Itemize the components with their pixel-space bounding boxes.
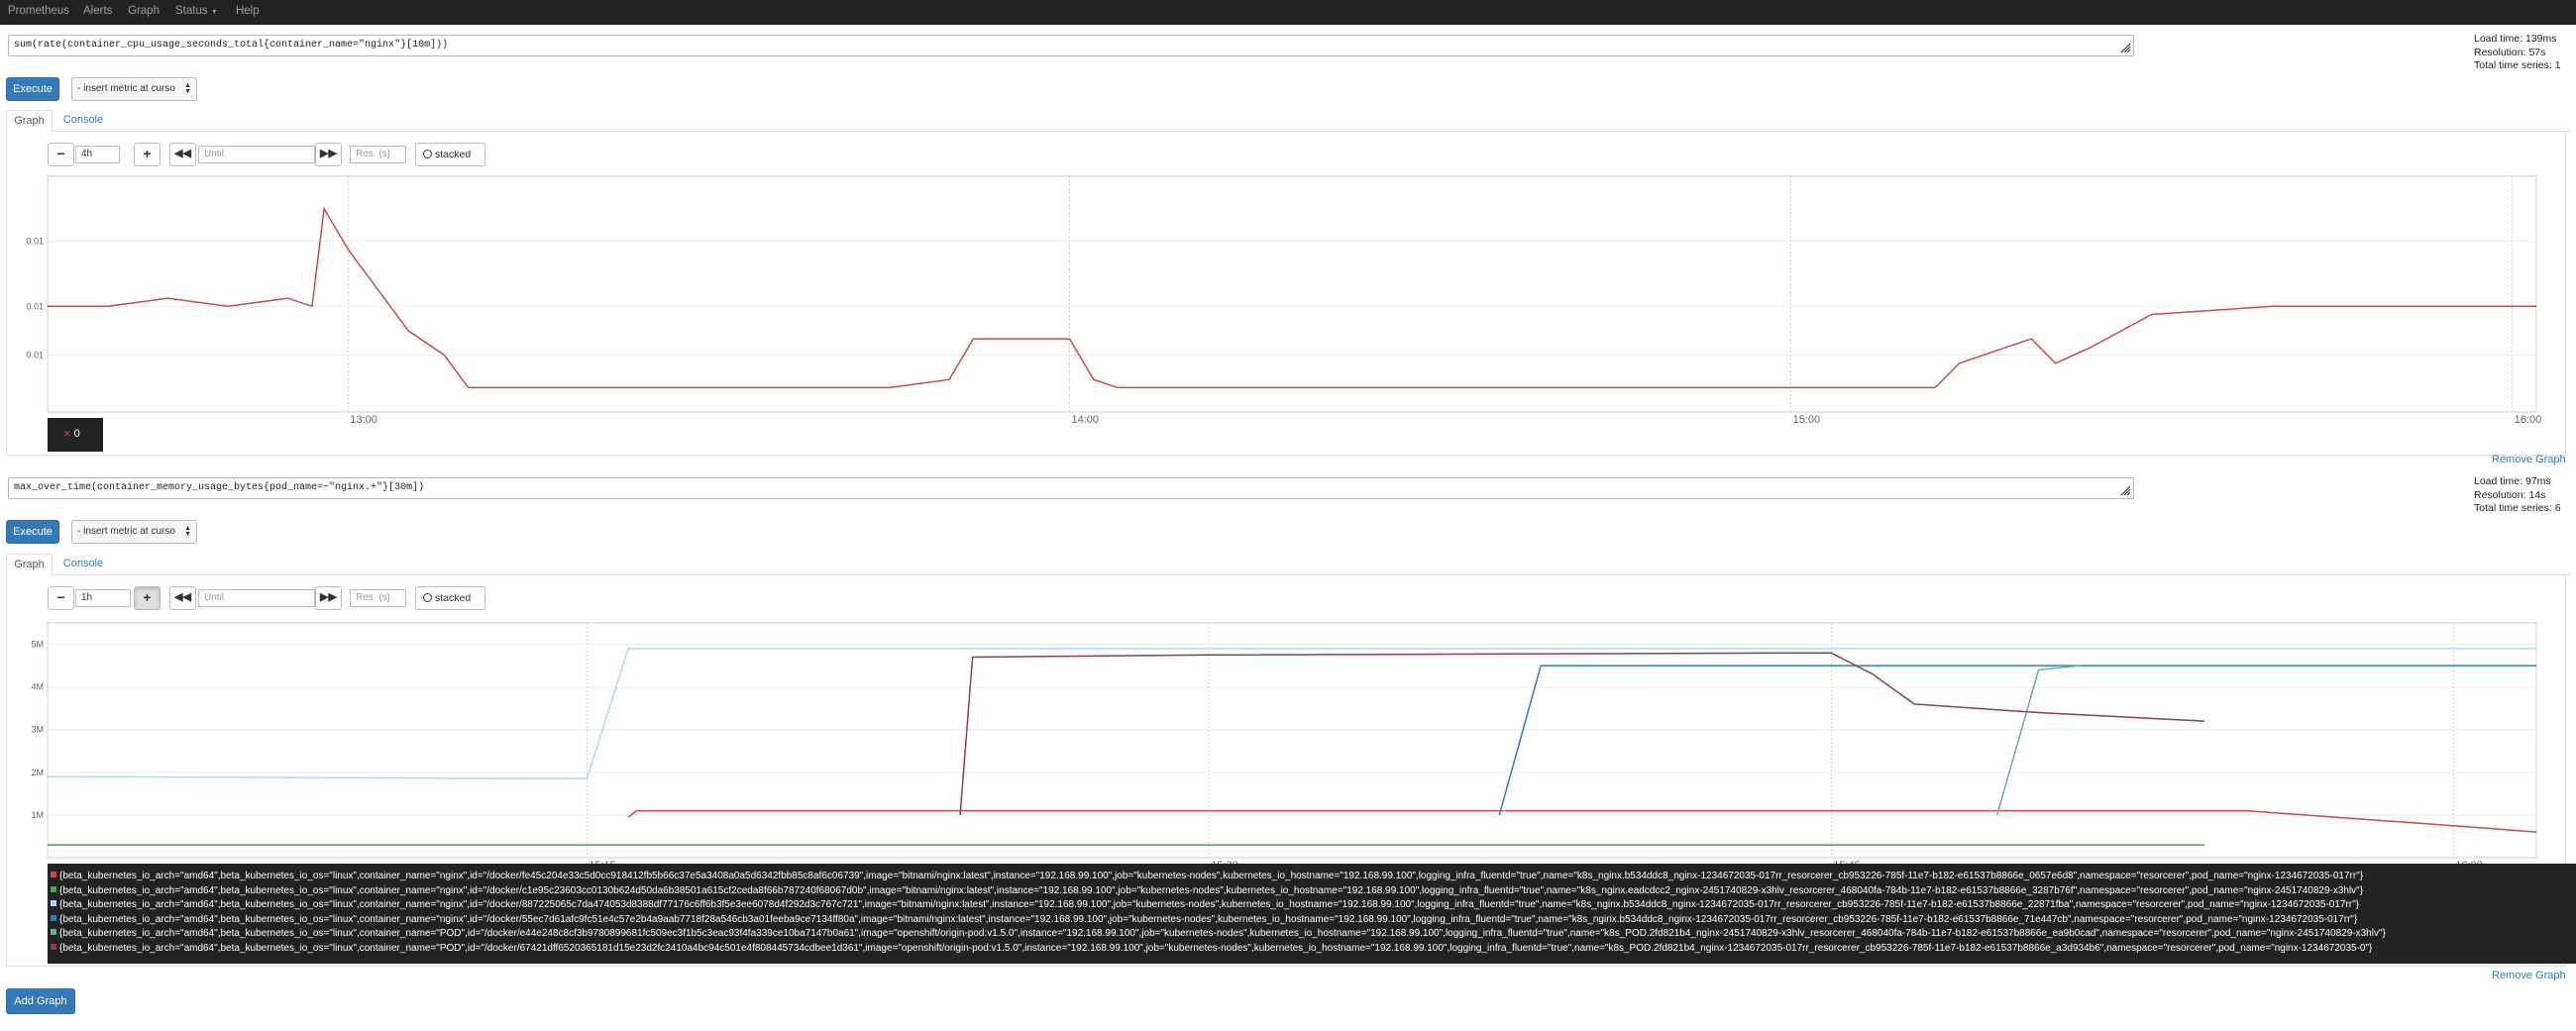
- legend-label: {beta_kubernetes_io_arch="amd64",beta_ku…: [59, 899, 2360, 911]
- series-line[interactable]: [1995, 665, 2081, 816]
- series-line[interactable]: [47, 648, 2536, 780]
- legend-label: {beta_kubernetes_io_arch="amd64",beta_ku…: [59, 884, 2364, 896]
- y-tick-label: 4M: [31, 682, 44, 692]
- plot-frame: [47, 622, 2537, 859]
- y-tick-label: 5M: [31, 640, 44, 650]
- series-swatch-icon: [51, 914, 56, 921]
- legend-label: {beta_kubernetes_io_arch="amd64",beta_ku…: [59, 913, 2358, 925]
- remove-graph-link[interactable]: Remove Graph: [2492, 970, 2566, 981]
- series-line[interactable]: [959, 652, 2205, 815]
- y-tick-label: 1M: [31, 810, 44, 820]
- legend-label: {beta_kubernetes_io_arch="amd64",beta_ku…: [59, 928, 2386, 940]
- legend-entry[interactable]: {beta_kubernetes_io_arch="amd64",beta_ku…: [48, 913, 2576, 928]
- legend-entry[interactable]: {beta_kubernetes_io_arch="amd64",beta_ku…: [48, 870, 2576, 884]
- legend-entry[interactable]: {beta_kubernetes_io_arch="amd64",beta_ku…: [48, 927, 2576, 942]
- legend-entry[interactable]: {beta_kubernetes_io_arch="amd64",beta_ku…: [48, 942, 2576, 957]
- memory-usage-chart: 15:1515:3015:4516:005M4M3M2M1M: [31, 622, 2537, 872]
- series-line[interactable]: [627, 809, 2537, 833]
- legend-entry[interactable]: {beta_kubernetes_io_arch="amd64",beta_ku…: [48, 884, 2576, 899]
- series-swatch-icon: [51, 885, 56, 892]
- legend-entry[interactable]: {beta_kubernetes_io_arch="amd64",beta_ku…: [48, 898, 2576, 913]
- add-graph-button[interactable]: Add Graph: [6, 988, 75, 1014]
- series-swatch-icon: [51, 943, 56, 950]
- legend-label: {beta_kubernetes_io_arch="amd64",beta_ku…: [59, 871, 2364, 881]
- series-swatch-icon: [51, 929, 56, 936]
- series-swatch-icon: [51, 872, 56, 877]
- legend-rows: {beta_kubernetes_io_arch="amd64",beta_ku…: [48, 864, 2576, 957]
- y-tick-label: 2M: [31, 768, 44, 777]
- series-swatch-icon: [51, 900, 56, 907]
- legend-label: {beta_kubernetes_io_arch="amd64",beta_ku…: [59, 942, 2373, 954]
- chart-legend: {beta_kubernetes_io_arch="amd64",beta_ku…: [48, 864, 2576, 964]
- y-tick-label: 3M: [31, 725, 44, 735]
